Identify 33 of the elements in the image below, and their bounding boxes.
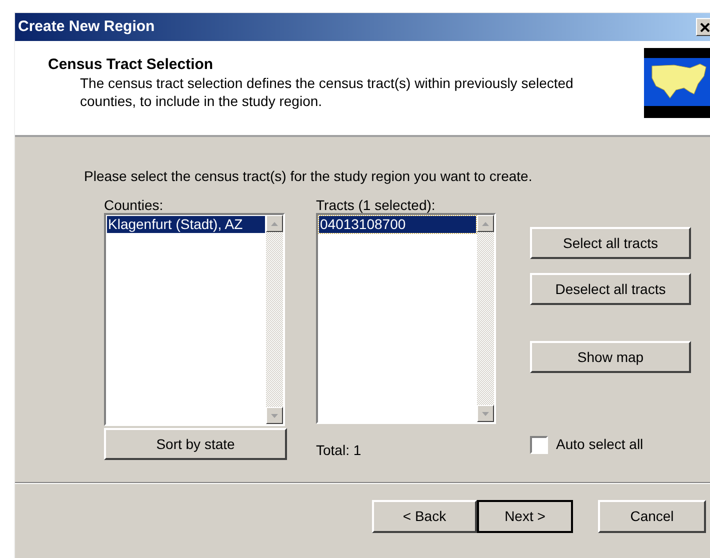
window-title: Create New Region bbox=[18, 16, 155, 37]
auto-select-label: Auto select all bbox=[556, 435, 644, 454]
instruction-text: Please select the census tract(s) for the study region you want to create. bbox=[84, 167, 532, 186]
select-all-tracts-button[interactable]: Select all tracts bbox=[530, 227, 691, 259]
total-count: Total: 1 bbox=[316, 441, 362, 460]
list-item[interactable]: Klagenfurt (Stadt), AZ bbox=[107, 216, 265, 233]
next-button[interactable]: Next > bbox=[477, 500, 573, 533]
page-description: The census tract selection defines the census tract(s) within previously selected counties, to include in the study region. bbox=[79, 74, 574, 110]
scroll-up-button[interactable] bbox=[266, 215, 283, 232]
down-arrow-icon bbox=[271, 414, 278, 418]
counties-listbox[interactable]: Klagenfurt (Stadt), AZ bbox=[104, 213, 285, 426]
scroll-down-button[interactable] bbox=[477, 405, 494, 422]
close-icon bbox=[700, 22, 710, 32]
up-arrow-icon bbox=[482, 222, 489, 226]
list-item[interactable]: 04013108700 bbox=[319, 216, 476, 233]
deselect-all-tracts-button[interactable]: Deselect all tracts bbox=[530, 273, 691, 305]
scroll-up-button[interactable] bbox=[477, 215, 494, 232]
counties-label: Counties: bbox=[104, 197, 164, 213]
scrollbar[interactable] bbox=[477, 215, 494, 422]
auto-select-checkbox[interactable] bbox=[530, 436, 548, 454]
tracts-listbox[interactable]: 04013108700 bbox=[316, 213, 496, 424]
tracts-label: Tracts (1 selected): bbox=[316, 197, 436, 213]
close-button[interactable] bbox=[696, 18, 710, 36]
sort-by-state-button[interactable]: Sort by state bbox=[104, 428, 287, 460]
cancel-button[interactable]: Cancel bbox=[598, 500, 706, 533]
page-heading: Census Tract Selection bbox=[48, 56, 214, 74]
scroll-down-button[interactable] bbox=[266, 407, 283, 424]
scrollbar[interactable] bbox=[266, 215, 283, 424]
map-icon bbox=[644, 48, 710, 118]
show-map-button[interactable]: Show map bbox=[530, 341, 691, 373]
down-arrow-icon bbox=[482, 412, 489, 416]
back-button[interactable]: < Back bbox=[372, 500, 477, 533]
up-arrow-icon bbox=[271, 222, 278, 226]
